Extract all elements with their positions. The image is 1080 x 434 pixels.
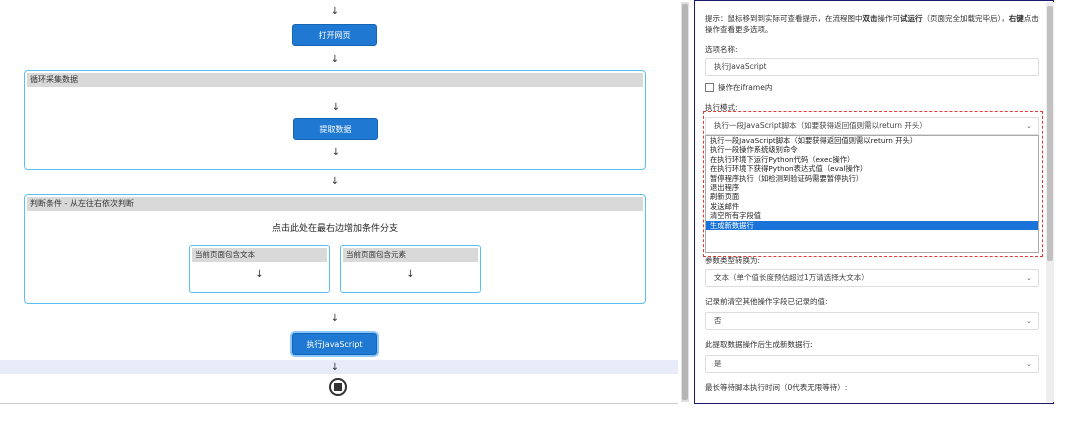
clear-fields-value: 否 bbox=[714, 316, 722, 325]
flow-canvas[interactable]: ↓ 打开网页 ↓ 循环采集数据 ↓ 提取数据 ↓ ↓ 判断条件 - 从左往右依次… bbox=[0, 0, 678, 404]
tip-bold: 右键 bbox=[1008, 14, 1024, 23]
option-name-input[interactable]: 执行JavaScript bbox=[705, 58, 1039, 76]
exec-mode-option[interactable]: 执行一段操作系统级别命令 bbox=[706, 145, 1038, 154]
exec-mode-option[interactable]: 清空所有字段值 bbox=[706, 211, 1038, 220]
exec-mode-select[interactable]: 执行一段JavaScript脚本（如要获得返回值则需以return 开头） ⌄ bbox=[705, 117, 1039, 135]
panel-scrollbar[interactable] bbox=[1046, 2, 1054, 402]
tip-part: 提示：鼠标移到到实际可查看提示，在流程图中 bbox=[705, 14, 863, 23]
exec-mode-options-list[interactable]: 执行一段JavaScript脚本（如要获得返回值则需以return 开头） 执行… bbox=[705, 135, 1039, 253]
loop-block-title[interactable]: 循环采集数据 bbox=[27, 73, 643, 87]
exec-mode-option[interactable]: 暂停程序执行（如检测到验证码需要暂停执行） bbox=[706, 174, 1038, 183]
loop-block[interactable]: 循环采集数据 ↓ 提取数据 ↓ bbox=[24, 70, 646, 170]
new-row-select[interactable]: 是 ⌄ bbox=[705, 355, 1039, 373]
exec-mode-option[interactable]: 退出程序 bbox=[706, 183, 1038, 192]
options-panel: 提示：鼠标移到到实际可查看提示，在流程图中双击操作可试运行（页面完全加载完毕后）… bbox=[694, 0, 1054, 404]
clear-fields-label: 记录前清空其他操作字段已记录的值: bbox=[705, 297, 828, 306]
flow-arrow: ↓ bbox=[330, 176, 340, 187]
exec-mode-option[interactable]: 在执行环境下获得Python表达式值（eval操作） bbox=[706, 164, 1038, 173]
flow-arrow: ↓ bbox=[255, 269, 264, 280]
panel-scrollbar-thumb[interactable] bbox=[1047, 6, 1053, 261]
exec-mode-selected: 执行一段JavaScript脚本（如要获得返回值则需以return 开头） bbox=[714, 121, 927, 130]
branch-title: 当前页面包含文本 bbox=[192, 248, 327, 262]
param-type-select[interactable]: 文本（单个值长度预估超过1万请选择大文本） ⌄ bbox=[705, 269, 1039, 287]
tip-part: （页面完全加载完毕后）， bbox=[922, 14, 1009, 23]
flow-arrow: ↓ bbox=[331, 102, 341, 113]
flow-arrow: ↓ bbox=[330, 313, 340, 324]
exec-mode-option-selected[interactable]: 生成新数据行 bbox=[706, 220, 1038, 230]
exec-mode-option[interactable]: 在执行环境下运行Python代码（exec操作） bbox=[706, 155, 1038, 164]
branch-title: 当前页面包含元素 bbox=[343, 248, 478, 262]
flow-scrollbar[interactable] bbox=[681, 2, 689, 402]
condition-block-title[interactable]: 判断条件 - 从左往右依次判断 bbox=[27, 197, 643, 211]
condition-block[interactable]: 判断条件 - 从左往右依次判断 点击此处在最右边增加条件分支 当前页面包含文本 … bbox=[24, 194, 646, 304]
flow-arrow: ↓ bbox=[406, 269, 415, 280]
end-node-icon bbox=[329, 378, 347, 396]
exec-javascript-node[interactable]: 执行JavaScript bbox=[292, 333, 377, 355]
param-type-value: 文本（单个值长度预估超过1万请选择大文本） bbox=[714, 273, 869, 282]
chevron-down-icon: ⌄ bbox=[1026, 274, 1032, 282]
flow-arrow: ↓ bbox=[331, 147, 341, 158]
branch-contains-element[interactable]: 当前页面包含元素 ↓ bbox=[340, 245, 481, 293]
exec-mode-option[interactable]: 执行一段JavaScript脚本（如要获得返回值则需以return 开头） bbox=[706, 136, 1038, 145]
chevron-down-icon: ⌄ bbox=[1026, 360, 1032, 368]
clear-fields-select[interactable]: 否 ⌄ bbox=[705, 312, 1039, 330]
tip-bold: 试运行 bbox=[900, 14, 923, 23]
flow-scrollbar-thumb[interactable] bbox=[682, 4, 688, 400]
tip-part: 操作可 bbox=[877, 14, 901, 23]
chevron-down-icon: ⌄ bbox=[1026, 122, 1032, 130]
option-name-label: 选项名称: bbox=[705, 45, 738, 54]
exec-mode-option[interactable]: 发送邮件 bbox=[706, 202, 1038, 211]
branch-contains-text[interactable]: 当前页面包含文本 ↓ bbox=[189, 245, 330, 293]
flow-arrow: ↓ bbox=[330, 54, 340, 65]
flow-arrow: ↓ bbox=[330, 6, 340, 17]
extract-data-node[interactable]: 提取数据 bbox=[293, 118, 378, 140]
exec-mode-option[interactable]: 刷新页面 bbox=[706, 192, 1038, 201]
tip-bold: 双击 bbox=[862, 14, 878, 23]
iframe-label: 操作在iframe内 bbox=[718, 83, 773, 92]
new-row-label: 此提取数据操作后生成新数据行: bbox=[705, 340, 813, 349]
chevron-down-icon: ⌄ bbox=[1026, 317, 1032, 325]
flow-arrow: ↓ bbox=[330, 362, 340, 373]
tip-text: 提示：鼠标移到到实际可查看提示，在流程图中双击操作可试运行（页面完全加载完毕后）… bbox=[705, 13, 1039, 35]
open-page-node[interactable]: 打开网页 bbox=[292, 24, 377, 46]
param-type-label: 参数类型转换为: bbox=[705, 256, 761, 265]
add-branch-hint[interactable]: 点击此处在最右边增加条件分支 bbox=[25, 221, 645, 234]
new-row-value: 是 bbox=[714, 359, 722, 368]
max-wait-label: 最长等待脚本执行时间（0代表无限等待）: bbox=[705, 383, 848, 392]
iframe-checkbox[interactable] bbox=[705, 83, 714, 92]
